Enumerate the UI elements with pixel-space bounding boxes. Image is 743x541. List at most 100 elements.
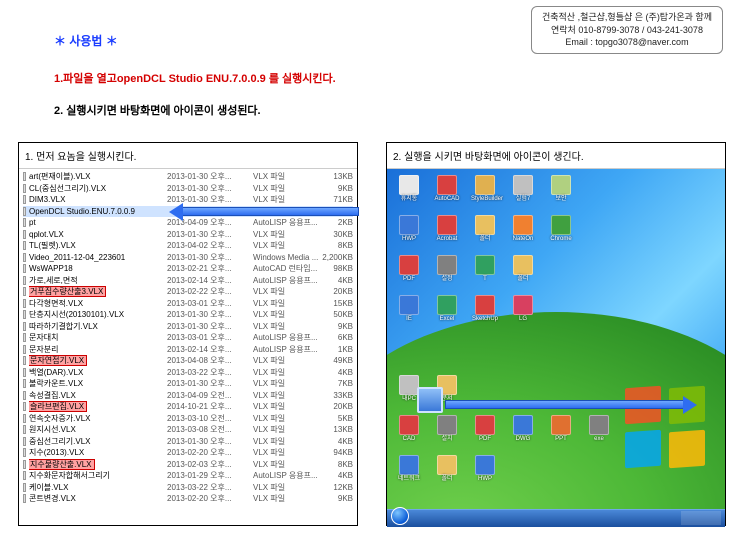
- file-date: 2013-01-30 오후...: [167, 171, 253, 183]
- file-row[interactable]: 다각형면적.VLX2013-03-01 오후...VLX 파일15KB: [23, 298, 353, 310]
- file-date: 2013-02-21 오후...: [167, 263, 253, 275]
- file-row[interactable]: 속성결집.VLX2013-04-09 오전...VLX 파일33KB: [23, 390, 353, 402]
- file-date: 2013-03-22 오후...: [167, 482, 253, 494]
- file-size: 13KB: [319, 424, 353, 436]
- file-type: AutoLISP 응용프...: [253, 275, 319, 287]
- file-row[interactable]: 지수물량산출.VLX2013-02-03 오후...VLX 파일8KB: [23, 459, 353, 471]
- desktop-icon[interactable]: NateOn: [509, 215, 537, 243]
- desktop-icon-label: SketchUp: [471, 316, 499, 323]
- desktop-icon[interactable]: HWP: [395, 215, 423, 243]
- app-icon: [437, 215, 457, 235]
- file-row[interactable]: 케이블.VLX2013-03-22 오후...VLX 파일12KB: [23, 482, 353, 494]
- start-button[interactable]: [391, 507, 409, 525]
- desktop-icon[interactable]: PDF: [471, 415, 499, 443]
- desktop-icon[interactable]: exe: [585, 415, 613, 443]
- desktop-icon-label: 휴지통: [395, 196, 423, 203]
- taskbar[interactable]: [387, 509, 725, 527]
- desktop-icon-label: NateOn: [509, 236, 537, 243]
- app-icon: [513, 175, 533, 195]
- file-row[interactable]: Video_2011-12-04_2236012013-01-30 오후...W…: [23, 252, 353, 264]
- app-icon: [513, 215, 533, 235]
- file-icon: [23, 322, 26, 331]
- desktop-icon[interactable]: StyleBuilder: [471, 175, 499, 203]
- file-row[interactable]: 지수(2013).VLX2013-02-20 오후...VLX 파일94KB: [23, 447, 353, 459]
- desktop-icon[interactable]: LG: [509, 295, 537, 323]
- desktop-icon[interactable]: 폴더: [509, 255, 537, 283]
- file-row[interactable]: 지수화문자합해서그리기2013-01-29 오후...AutoLISP 응용프.…: [23, 470, 353, 482]
- file-row[interactable]: qplot.VLX2013-01-30 오후...VLX 파일30KB: [23, 229, 353, 241]
- file-row[interactable]: 원지시선.VLX2013-03-08 오전...VLX 파일13KB: [23, 424, 353, 436]
- file-row[interactable]: 문자대치2013-03-01 오후...AutoLISP 응용프...6KB: [23, 332, 353, 344]
- app-icon: [475, 215, 495, 235]
- desktop-icon[interactable]: Chrome: [547, 215, 575, 243]
- desktop-icon-label: IE: [395, 316, 423, 323]
- desktop-icon[interactable]: 네트워크: [395, 455, 423, 483]
- desktop-icon[interactable]: Excel: [433, 295, 461, 323]
- file-row[interactable]: 문자연접기.VLX2013-04-08 오후...VLX 파일49KB: [23, 355, 353, 367]
- desktop-icon[interactable]: IE: [395, 295, 423, 323]
- desktop-icon[interactable]: PDF: [395, 255, 423, 283]
- file-row[interactable]: 볼락카운트.VLX2013-01-30 오후...VLX 파일7KB: [23, 378, 353, 390]
- file-size: 8KB: [319, 459, 353, 471]
- file-type: VLX 파일: [253, 286, 319, 298]
- desktop-icon[interactable]: AutoCAD: [433, 175, 461, 203]
- file-icon: [23, 425, 26, 434]
- file-size: 6KB: [319, 332, 353, 344]
- file-row[interactable]: 거푸집수량산출3.VLX2013-02-22 오후...VLX 파일20KB: [23, 286, 353, 298]
- desktop-icon[interactable]: SketchUp: [471, 295, 499, 323]
- created-desktop-icon[interactable]: [417, 387, 443, 413]
- desktop-icon[interactable]: CAD: [395, 415, 423, 443]
- file-type: VLX 파일: [253, 482, 319, 494]
- file-row[interactable]: TL(필렛).VLX2013-04-02 오후...VLX 파일8KB: [23, 240, 353, 252]
- desktop-icon[interactable]: 보안: [547, 175, 575, 203]
- desktop-icon[interactable]: 설정: [433, 255, 461, 283]
- file-row[interactable]: 콘트변경.VLX2013-02-20 오후...VLX 파일9KB: [23, 493, 353, 505]
- file-row[interactable]: WsWAPP182013-02-21 오후...AutoCAD 런타임...98…: [23, 263, 353, 275]
- file-icon: [23, 253, 26, 262]
- file-icon: [23, 356, 26, 365]
- desktop-icon[interactable]: Acrobat: [433, 215, 461, 243]
- file-icon: [23, 494, 26, 503]
- file-date: 2013-01-30 오후...: [167, 309, 253, 321]
- file-name: 중심선그리기.VLX: [29, 436, 167, 448]
- file-row[interactable]: art(편재이블).VLX2013-01-30 오후...VLX 파일13KB: [23, 171, 353, 183]
- file-row[interactable]: 따라하기결합기.VLX2013-01-30 오후...VLX 파일9KB: [23, 321, 353, 333]
- file-row[interactable]: 슬라브편집.VLX2014-10-21 오후...VLX 파일20KB: [23, 401, 353, 413]
- file-row[interactable]: 중심선그리기.VLX2013-01-30 오후...VLX 파일4KB: [23, 436, 353, 448]
- desktop-icon-label: 네트워크: [395, 476, 423, 483]
- file-type: VLX 파일: [253, 424, 319, 436]
- step-1-text: 1.파일을 열고openDCL Studio ENU.7.0.0.9 를 실행시…: [54, 70, 336, 86]
- file-name: 콘트변경.VLX: [29, 493, 167, 505]
- file-type: VLX 파일: [253, 171, 319, 183]
- desktop-icon[interactable]: 폴더: [471, 215, 499, 243]
- file-row[interactable]: 가로,세로,면적2013-02-14 오후...AutoLISP 응용프...4…: [23, 275, 353, 287]
- app-icon: [551, 215, 571, 235]
- desktop-icon-label: LG: [509, 316, 537, 323]
- file-row[interactable]: 연속숫자증가.VLX2013-03-10 오전...VLX 파일5KB: [23, 413, 353, 425]
- file-row[interactable]: 문자분리2013-02-14 오후...AutoLISP 응용프...1KB: [23, 344, 353, 356]
- desktop-icon[interactable]: 휴지통: [395, 175, 423, 203]
- desktop-icon[interactable]: 설치: [433, 415, 461, 443]
- file-date: 2013-02-22 오후...: [167, 286, 253, 298]
- desktop-icon-label: Acrobat: [433, 236, 461, 243]
- file-icon: [23, 391, 26, 400]
- file-icon: [23, 368, 26, 377]
- system-tray[interactable]: [681, 511, 721, 525]
- file-type: VLX 파일: [253, 321, 319, 333]
- desktop-icon[interactable]: PPT: [547, 415, 575, 443]
- file-type: VLX 파일: [253, 401, 319, 413]
- desktop-icon[interactable]: DWG: [509, 415, 537, 443]
- desktop-icon[interactable]: HWP: [471, 455, 499, 483]
- desktop-icon[interactable]: 실험7: [509, 175, 537, 203]
- file-row[interactable]: 백열(DAR).VLX2013-03-22 오후...VLX 파일4KB: [23, 367, 353, 379]
- desktop-icon[interactable]: 폴더: [433, 455, 461, 483]
- desktop-icon[interactable]: T: [471, 255, 499, 283]
- file-date: 2013-02-03 오후...: [167, 459, 253, 471]
- app-icon: [551, 415, 571, 435]
- app-icon: [513, 415, 533, 435]
- desktop-icon-label: HWP: [395, 236, 423, 243]
- file-date: 2013-01-30 오후...: [167, 378, 253, 390]
- file-row[interactable]: 단층지시선(20130101).VLX2013-01-30 오후...VLX 파…: [23, 309, 353, 321]
- file-row[interactable]: CL(중심선그리기).VLX2013-01-30 오후...VLX 파일9KB: [23, 183, 353, 195]
- file-name: DIM3.VLX: [29, 194, 167, 206]
